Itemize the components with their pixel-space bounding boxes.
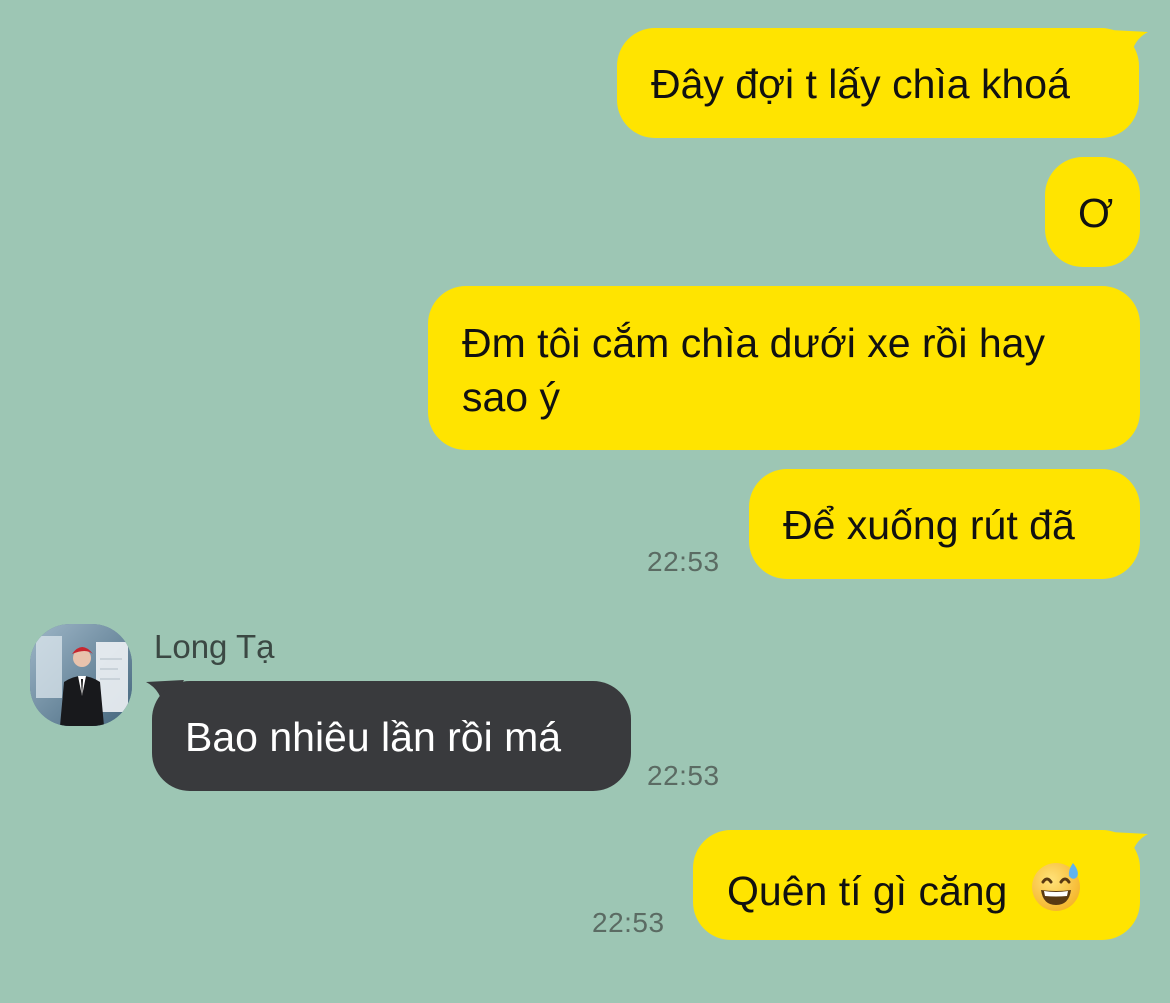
bubble-tail xyxy=(1110,832,1148,864)
incoming-message-bubble[interactable]: Bao nhiêu lần rồi má xyxy=(152,681,631,791)
outgoing-message-bubble[interactable]: Đm tôi cắm chìa dưới xe rồi hay sao ý xyxy=(428,286,1140,450)
outgoing-message-bubble[interactable]: Ơ xyxy=(1045,157,1140,267)
message-text: Đây đợi t lấy chìa khoá xyxy=(651,61,1070,107)
message-text: Để xuống rút đã xyxy=(783,502,1075,548)
grinning-face-with-sweat-icon xyxy=(1031,863,1080,911)
outgoing-message-bubble[interactable]: Đây đợi t lấy chìa khoá xyxy=(617,28,1139,138)
message-text: Bao nhiêu lần rồi má xyxy=(185,714,562,760)
message-text: Quên tí gì căng xyxy=(727,868,1008,914)
contact-avatar[interactable] xyxy=(30,624,132,726)
chat-view[interactable]: Đây đợi t lấy chìa khoá Ơ Đm tôi cắm chì… xyxy=(0,0,1170,1003)
bubble-tail xyxy=(1110,30,1148,62)
message-timestamp: 22:53 xyxy=(592,907,665,938)
message-timestamp: 22:53 xyxy=(647,546,720,577)
sender-name: Long Tạ xyxy=(154,628,275,665)
message-text: Đm tôi cắm chìa dưới xe rồi hay sao ý xyxy=(462,320,1045,420)
avatar-photo xyxy=(30,624,132,726)
outgoing-message-bubble[interactable]: Quên tí gì căng xyxy=(693,830,1140,940)
message-text: Ơ xyxy=(1078,190,1114,236)
message-timestamp: 22:53 xyxy=(647,760,720,791)
outgoing-message-bubble[interactable]: Để xuống rút đã xyxy=(749,469,1140,579)
